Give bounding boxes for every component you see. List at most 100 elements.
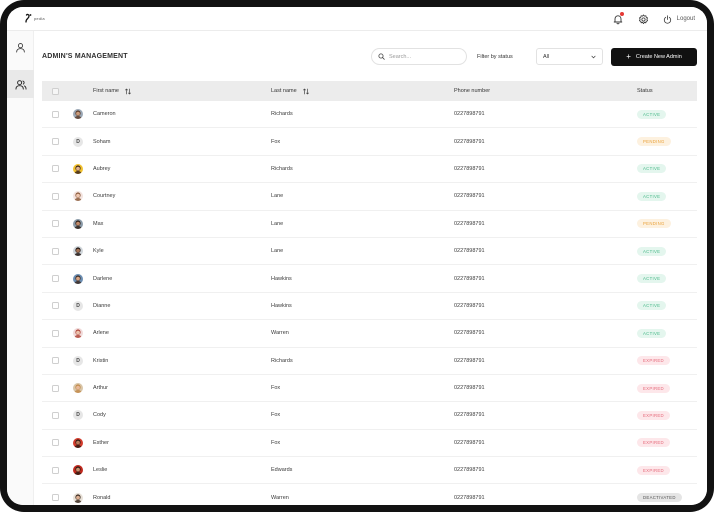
table-row[interactable]: D Soham Fox 0227898791 PENDING [42, 128, 697, 156]
header-first-name[interactable]: First name [88, 88, 271, 95]
status-badge: PENDING [637, 137, 671, 147]
avatar-photo [73, 273, 83, 284]
top-actions: Logout [611, 12, 695, 26]
last-name-cell: Lane [271, 220, 284, 227]
status-badge: EXPIRED [637, 465, 670, 475]
row-checkbox[interactable] [51, 275, 59, 283]
row-checkbox[interactable] [51, 439, 59, 447]
app-logo[interactable]: pedla [24, 13, 45, 23]
sort-icon[interactable] [125, 88, 131, 95]
phone-cell: 0227898791 [454, 494, 485, 501]
table-row[interactable]: Aubrey Richards 0227898791 ACTIVE [42, 156, 697, 184]
last-name-cell: Richards [271, 165, 293, 172]
row-checkbox[interactable] [51, 247, 59, 255]
avatar-initial: D [73, 410, 83, 421]
first-name-cell: Aubrey [93, 165, 111, 172]
logo-icon [25, 13, 32, 23]
status-badge: EXPIRED [637, 383, 670, 393]
row-checkbox[interactable] [51, 220, 59, 228]
row-checkbox[interactable] [51, 110, 59, 118]
phone-cell: 0227898791 [454, 138, 485, 145]
header-status: Status [637, 88, 653, 94]
search-input[interactable] [389, 53, 461, 60]
filter-label: Filter by status [477, 54, 513, 60]
row-checkbox[interactable] [51, 302, 59, 310]
notifications-button[interactable] [611, 12, 625, 26]
logout-button[interactable]: Logout [663, 14, 695, 24]
table-row[interactable]: D Dianne Hawkins 0227898791 ACTIVE [42, 293, 697, 321]
first-name-cell: Esther [93, 439, 109, 446]
table-row[interactable]: Courtney Lane 0227898791 ACTIVE [42, 183, 697, 211]
device-frame: pedla Logout ADMIN'S MANAGEMENT Search..… [0, 0, 714, 512]
header-last-name[interactable]: Last name [271, 88, 454, 95]
status-badge: ACTIVE [637, 246, 667, 256]
table-row[interactable]: Max Lane 0227898791 PENDING [42, 211, 697, 238]
table-row[interactable]: Ronald Warren 0227898791 DEACTIVATED [42, 484, 697, 505]
avatar [73, 437, 83, 448]
row-checkbox[interactable] [51, 411, 59, 419]
select-all-checkbox[interactable] [51, 87, 59, 95]
last-name-cell: Edwards [271, 467, 293, 474]
header-phone: Phone number [454, 88, 491, 94]
row-checkbox[interactable] [51, 466, 59, 474]
row-checkbox[interactable] [51, 329, 59, 337]
status-badge: ACTIVE [637, 274, 667, 284]
plus-icon: + [626, 52, 631, 61]
avatar-photo [73, 163, 83, 174]
row-checkbox[interactable] [51, 138, 59, 146]
table-row[interactable]: Darlene Hawkins 0227898791 ACTIVE [42, 265, 697, 293]
user-icon [16, 42, 25, 52]
last-name-cell: Lane [271, 193, 284, 200]
notification-dot [619, 12, 624, 16]
gear-icon [639, 14, 649, 24]
phone-cell: 0227898791 [454, 111, 485, 118]
sort-icon[interactable] [302, 88, 309, 95]
search-box[interactable] [371, 48, 467, 65]
users-icon [15, 79, 26, 90]
status-badge: EXPIRED [637, 438, 670, 448]
create-admin-button[interactable]: + Create New Admin [611, 48, 697, 66]
last-name-cell: Richards [271, 111, 293, 118]
avatar [73, 492, 83, 503]
chevron-down-icon [591, 55, 596, 58]
sidebar-item-profile[interactable] [7, 33, 34, 61]
avatar [73, 246, 83, 257]
row-checkbox[interactable] [51, 357, 59, 365]
last-name-cell: Richards [271, 357, 293, 364]
avatar-photo [73, 109, 83, 120]
row-checkbox[interactable] [51, 494, 59, 502]
table-row[interactable]: Kyle Lane 0227898791 ACTIVE [42, 238, 697, 266]
first-name-cell: Leslie [93, 467, 108, 474]
logout-label: Logout [676, 16, 695, 22]
first-name-cell: Kyle [93, 248, 104, 255]
last-name-cell: Warren [271, 494, 289, 501]
first-name-cell: Kristin [93, 357, 109, 364]
avatar-photo [73, 328, 83, 339]
table-row[interactable]: Cameron Richards 0227898791 ACTIVE [42, 101, 697, 129]
table-row[interactable]: Leslie Edwards 0227898791 EXPIRED [42, 457, 697, 485]
row-checkbox[interactable] [51, 165, 59, 173]
settings-button[interactable] [637, 12, 651, 26]
first-name-cell: Soham [93, 138, 111, 145]
page-title: ADMIN'S MANAGEMENT [42, 53, 128, 60]
phone-cell: 0227898791 [454, 275, 485, 282]
status-filter-select[interactable]: All [536, 48, 603, 65]
table-header: First name Last name Phone number Status [42, 81, 697, 101]
table-row[interactable]: D Kristin Richards 0227898791 EXPIRED [42, 348, 697, 375]
sidebar-item-admins[interactable] [7, 70, 34, 98]
avatar-photo [73, 383, 83, 394]
status-badge: ACTIVE [637, 164, 667, 174]
avatar-photo [73, 492, 83, 503]
table-row[interactable]: D Cody Fox 0227898791 EXPIRED [42, 402, 697, 430]
row-checkbox[interactable] [51, 192, 59, 200]
row-checkbox[interactable] [51, 384, 59, 392]
first-name-cell: Darlene [93, 275, 113, 282]
phone-cell: 0227898791 [454, 220, 485, 227]
phone-cell: 0227898791 [454, 357, 485, 364]
table-row[interactable]: Arlene Warren 0227898791 ACTIVE [42, 320, 697, 348]
avatar [73, 465, 83, 476]
avatar [73, 328, 83, 339]
table-row[interactable]: Arthur Fox 0227898791 EXPIRED [42, 375, 697, 403]
table-row[interactable]: Esther Fox 0227898791 EXPIRED [42, 430, 697, 458]
avatar-photo [73, 437, 83, 448]
